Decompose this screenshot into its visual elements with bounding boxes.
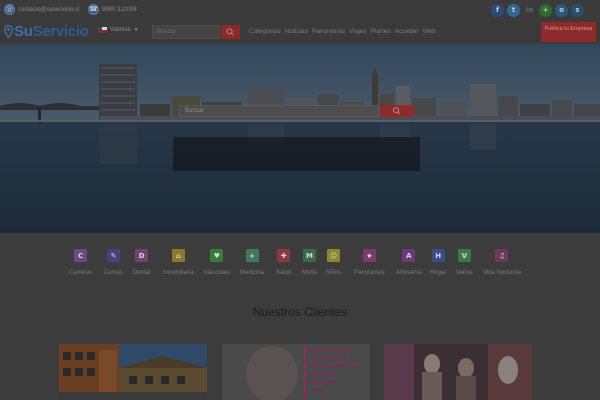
nav-search-button[interactable] [221,25,240,39]
twitter-icon[interactable]: t [507,4,520,17]
category-label: Salud [276,270,292,276]
facebook-icon[interactable]: f [491,4,504,17]
graduation-icon: C [74,249,88,262]
search-icon [392,107,401,115]
location-pin-icon [4,25,13,38]
social-links: f t in + o s [491,4,584,17]
nav-link-panoramas[interactable]: Panoramas [312,28,345,35]
email-contact[interactable]: @ contacto@suservicio.cl [4,4,79,15]
craft-icon: A [402,249,416,262]
hero-banner [0,44,600,233]
nav-link-categorias[interactable]: Categorías [249,28,281,35]
category-label: Inmobiliaria [163,270,194,276]
category-mascotas[interactable]: ♥ Mascotas [204,249,230,276]
misc-icon: V [457,249,471,262]
chile-flag-icon [98,27,107,33]
category-label: Artesanía [396,270,422,276]
category-label: Dental [133,270,151,276]
client-estetica-card[interactable]: Estética Integral Cosmetología Manicura-… [222,344,370,400]
email-text: contacto@suservicio.cl [18,6,80,13]
category-hogar[interactable]: H Hogar [430,249,446,276]
category-label: Panoramas [354,270,385,276]
music-icon: ♫ [495,249,509,262]
health-cross-icon: ✚ [277,249,291,262]
category-artesania[interactable]: A Artesanía [396,249,422,276]
hero-search-input[interactable]: Buscar [179,105,379,117]
estetica-line: Estética Integral [310,348,353,354]
estetica-line: Cosmetología [310,356,347,362]
nav-links: Categorías Noticias Panoramas Viajes Pla… [249,28,436,35]
pencil-icon: ✎ [107,249,120,262]
globe-icon[interactable]: o [555,4,568,17]
nav-link-acceder[interactable]: Acceder [395,28,419,35]
category-label: Niños [326,270,342,276]
star-icon: ★ [362,249,376,262]
logo-servicio-text: Servicio [32,23,89,40]
nav-link-planes[interactable]: Planes [371,28,391,35]
category-salud[interactable]: ✚ Salud [276,249,291,276]
nav-link-web[interactable]: Web [423,28,436,35]
client-hotel-card[interactable] [59,344,207,400]
category-ninos[interactable]: ☺ Niños [326,249,341,276]
category-label: Vida Nocturna [483,270,521,276]
country-label: Valdivia [110,27,131,33]
category-label: Carreras [69,270,93,276]
nav-link-noticias[interactable]: Noticias [285,28,308,35]
hero-search-button[interactable] [380,105,414,117]
country-selector[interactable]: Valdivia ▼ [98,27,139,33]
category-grid: C Carreras ✎ Cursos D Dental ⌂ Inmobilia… [66,249,536,281]
estetica-line: Maquillaje [310,372,337,378]
medical-icon: + [245,249,259,262]
house-icon: ⌂ [171,249,185,262]
category-label: Cursos [104,270,124,276]
child-icon: ☺ [327,249,341,262]
hero-search-panel [173,137,420,171]
client-store-card[interactable] [384,344,532,400]
category-inmobiliaria[interactable]: ⌂ Inmobiliaria [163,249,194,276]
category-panoramas[interactable]: ★ Panoramas [354,249,385,276]
estetica-line: Manicura-Pedicura [310,364,360,370]
paw-icon: ♥ [210,249,224,262]
nav-link-viajes[interactable]: Viajes [349,28,367,35]
search-icon [226,28,234,36]
estetica-line: Otros [310,388,325,394]
phone-text: 9990 311008 [102,6,137,13]
category-label: Moda [302,270,318,276]
category-vida-nocturna[interactable]: ♫ Vida Nocturna [483,249,521,276]
home-icon: H [431,249,445,262]
plus-icon[interactable]: + [539,4,552,17]
phone-icon: ☎ [88,4,99,15]
hotel-photo [59,344,207,400]
category-cursos[interactable]: ✎ Cursos [104,249,123,276]
share-icon[interactable]: s [571,4,584,17]
estetica-line: Depilación [310,380,338,386]
category-medicina[interactable]: + Medicina [240,249,264,276]
store-photo [384,344,532,400]
chevron-down-icon: ▼ [133,27,139,33]
clients-heading: Nuestros Clientes [252,305,348,319]
category-label: Hogar [430,270,447,276]
category-carreras[interactable]: C Carreras [69,249,92,276]
logo-su-text: Su [14,23,33,40]
top-contact-bar: @ contacto@suservicio.cl ☎ 9990 311008 f… [0,0,600,22]
category-dental[interactable]: D Dental [133,249,150,276]
email-icon: @ [4,4,15,15]
main-navbar: SuServicio Valdivia ▼ Buscar Categorías … [0,22,600,42]
publish-company-button[interactable]: Publica tu Empresa [541,22,596,42]
phone-contact[interactable]: ☎ 9990 311008 [88,4,137,15]
nav-search-input[interactable]: Buscar [152,25,220,39]
category-label: Varios [456,270,473,276]
linkedin-icon[interactable]: in [523,4,536,17]
category-label: Mascotas [204,270,230,276]
category-label: Medicina [240,270,265,276]
category-varios[interactable]: V Varios [456,249,473,276]
fashion-icon: M [303,249,316,262]
tooth-icon: D [135,249,149,262]
category-moda[interactable]: M Moda [302,249,317,276]
site-logo[interactable]: SuServicio [4,23,89,40]
page-root: @ contacto@suservicio.cl ☎ 9990 311008 f… [0,0,600,400]
